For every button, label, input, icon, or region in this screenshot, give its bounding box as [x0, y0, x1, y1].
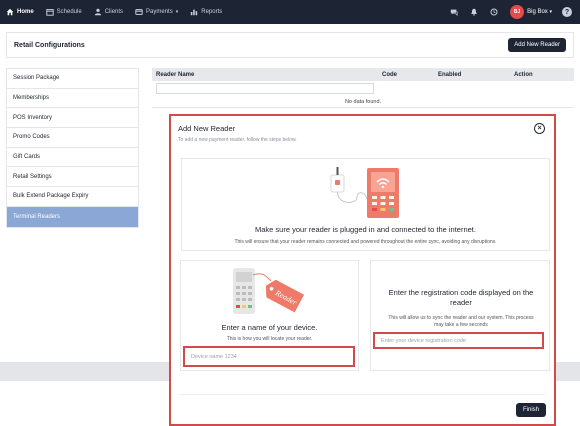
page-title: Retail Configurations [14, 41, 85, 49]
notifications-button[interactable] [464, 0, 484, 24]
bell-icon [471, 8, 477, 16]
history-button[interactable] [484, 0, 504, 24]
column-header-reader-name[interactable]: Reader Name [156, 72, 194, 78]
bar-chart-icon [191, 9, 198, 16]
clock-icon [490, 8, 498, 16]
page-header: Retail Configurations Add New Reader [6, 32, 574, 58]
help-icon[interactable]: ? [562, 7, 572, 17]
plugged-reader-illustration [330, 167, 399, 218]
messages-button[interactable] [444, 0, 464, 24]
step1-description: This will ensure that your reader remain… [234, 239, 497, 245]
nav-payments[interactable]: Payments ▾ [129, 0, 184, 24]
nav-clients[interactable]: Clients [88, 0, 129, 24]
user-name: Big Box [527, 9, 548, 15]
add-reader-modal: Add New Reader To add a new payment read… [169, 114, 556, 426]
sidebar-item-promo-codes[interactable]: Promo Codes [7, 128, 138, 148]
modal-title: Add New Reader [178, 124, 236, 133]
step-device-name-card: Reader Enter a name of your device. This… [180, 260, 359, 371]
add-new-reader-button[interactable]: Add New Reader [508, 38, 566, 52]
step-registration-code-card: Enter the registration code displayed on… [370, 260, 550, 371]
settings-sidebar: Session Package Memberships POS Inventor… [6, 68, 139, 228]
nav-schedule[interactable]: Schedule [40, 0, 88, 24]
column-header-code[interactable]: Code [382, 72, 397, 78]
readers-table: Reader Name Code Enabled Action No data … [152, 68, 574, 108]
step3-description: This will allow us to sync the reader an… [388, 315, 534, 328]
chevron-down-icon: ▾ [175, 9, 179, 15]
table-header: Reader Name Code Enabled Action [152, 68, 574, 81]
nav-reports-label: Reports [201, 9, 223, 15]
sidebar-item-memberships[interactable]: Memberships [7, 89, 138, 109]
step-plug-in-card: Make sure your reader is plugged in and … [181, 158, 550, 251]
nav-home-label: Home [17, 9, 34, 15]
device-name-input[interactable] [183, 346, 355, 367]
close-icon: × [537, 125, 542, 132]
chevron-down-icon: ▾ [549, 9, 552, 15]
reader-tag-illustration: Reader [233, 268, 305, 314]
step1-title: Make sure your reader is plugged in and … [255, 225, 476, 234]
modal-divider [179, 394, 546, 395]
nav-right-group: BJ Big Box ▾ ? [444, 0, 580, 24]
nav-clients-label: Clients [104, 9, 124, 15]
avatar[interactable]: BJ [510, 5, 525, 19]
step2-title: Enter a name of your device. [221, 323, 318, 332]
sidebar-item-terminal-readers[interactable]: Terminal Readers [7, 206, 138, 227]
modal-subtitle: To add a new payment reader, follow the … [178, 137, 297, 143]
nav-payments-label: Payments [146, 9, 173, 15]
reader-name-filter-input[interactable] [156, 83, 374, 94]
calendar-icon [45, 9, 54, 16]
top-nav: Home Schedule Clients Payments ▾ Reports… [0, 0, 580, 24]
empty-state-text: No data found. [152, 96, 574, 108]
step3-title: Enter the registration code displayed on… [388, 288, 534, 308]
column-header-action: Action [514, 71, 533, 78]
user-icon [94, 8, 101, 16]
filter-row [152, 81, 574, 96]
sidebar-item-bulk-extend[interactable]: Bulk Extend Package Expiry [7, 187, 138, 207]
payment-icon [135, 9, 143, 15]
home-icon [6, 8, 14, 16]
sidebar-item-pos-inventory[interactable]: POS Inventory [7, 108, 138, 129]
chat-icon [450, 9, 458, 16]
close-button[interactable]: × [534, 123, 545, 134]
sidebar-item-retail-settings[interactable]: Retail Settings [7, 167, 138, 188]
nav-reports[interactable]: Reports [184, 0, 228, 24]
finish-button[interactable]: Finish [515, 403, 546, 417]
step2-description: This is how you will locate your reader. [226, 336, 313, 342]
sidebar-item-session-package[interactable]: Session Package [7, 69, 138, 89]
nav-home[interactable]: Home [0, 0, 40, 24]
user-menu[interactable]: Big Box ▾ [527, 9, 552, 15]
registration-code-input[interactable] [373, 332, 544, 349]
sidebar-item-gift-cards[interactable]: Gift Cards [7, 148, 138, 168]
nav-schedule-label: Schedule [56, 9, 82, 15]
column-header-enabled[interactable]: Enabled [438, 72, 461, 78]
